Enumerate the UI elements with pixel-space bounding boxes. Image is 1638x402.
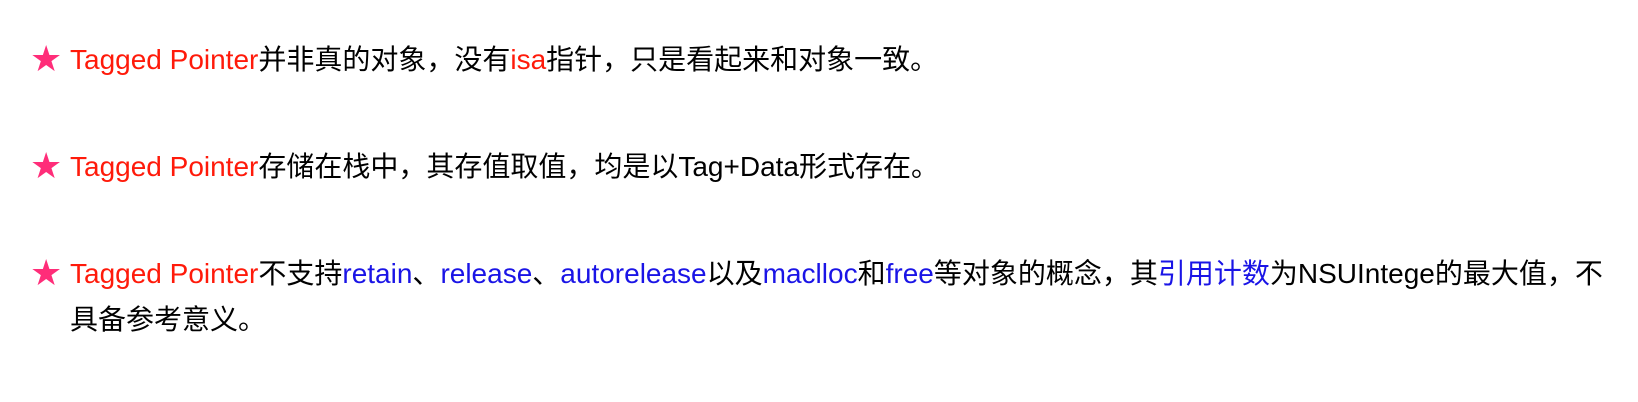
plain-text: 存储在栈中，其存值取值，均是以Tag+Data形式存在。 [258,151,940,182]
plain-text: 指针，只是看起来和对象一致。 [546,44,939,75]
highlight-blue: maclloc [762,258,858,289]
plain-text: 并非真的对象，没有 [258,44,511,75]
document-body: ★ Tagged Pointer并非真的对象，没有isa指针，只是看起来和对象一… [0,0,1638,402]
highlight-red: Tagged Pointer [70,151,259,182]
plain-text: 以及 [706,258,763,289]
bullet-item-1: ★ Tagged Pointer并非真的对象，没有isa指针，只是看起来和对象一… [30,37,1620,83]
bullet-item-3: ★ Tagged Pointer不支持retain、release、autore… [30,251,1620,343]
highlight-red: isa [510,44,547,75]
star-icon: ★ [30,253,63,294]
bullet-item-2: ★ Tagged Pointer存储在栈中，其存值取值，均是以Tag+Data形… [30,144,1620,190]
star-icon: ★ [30,146,63,187]
plain-text: 不支持 [258,258,343,289]
plain-text: 、 [532,258,561,289]
highlight-blue: autorelease [560,258,707,289]
highlight-blue: free [885,258,934,289]
highlight-blue: release [440,258,533,289]
plain-text: 和 [857,258,886,289]
highlight-blue: retain [342,258,413,289]
plain-text: 、 [412,258,441,289]
bullet-text-2: Tagged Pointer存储在栈中，其存值取值，均是以Tag+Data形式存… [70,144,1620,190]
highlight-blue: 引用计数 [1157,258,1270,289]
bullet-text-3: Tagged Pointer不支持retain、release、autorele… [70,251,1620,343]
highlight-red: Tagged Pointer [70,44,259,75]
plain-text: 等对象的概念，其 [933,258,1158,289]
highlight-red: Tagged Pointer [70,258,259,289]
star-icon: ★ [30,39,63,80]
bullet-text-1: Tagged Pointer并非真的对象，没有isa指针，只是看起来和对象一致。 [70,37,1620,83]
